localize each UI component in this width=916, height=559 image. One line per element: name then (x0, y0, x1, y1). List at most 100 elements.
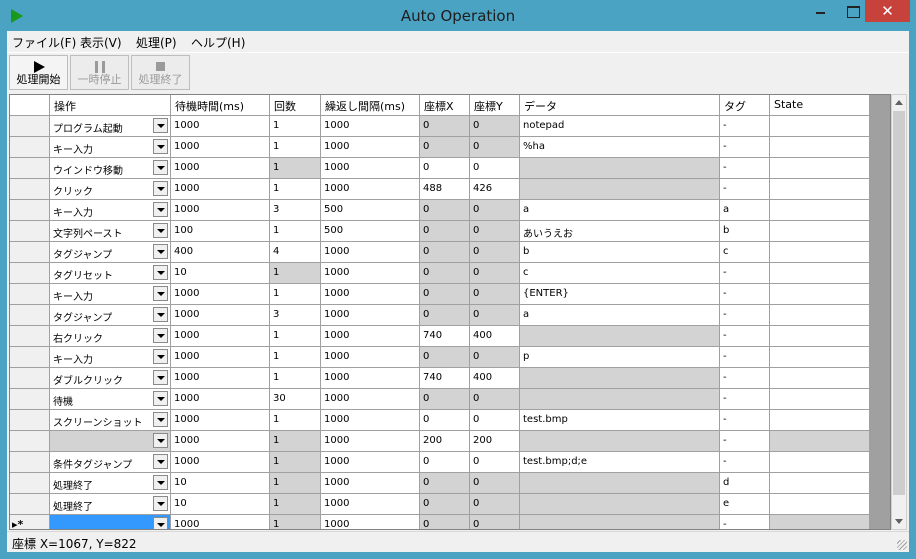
table-row[interactable]: ウインドウ移動 1000 1 1000 0 0- (10, 158, 870, 179)
row-header[interactable] (10, 410, 50, 431)
dropdown-arrow-icon[interactable] (153, 307, 168, 322)
dropdown-arrow-icon[interactable] (153, 286, 168, 301)
cell-tag[interactable]: - (720, 431, 770, 452)
cell-x[interactable]: 0 (420, 515, 470, 529)
cell-x[interactable]: 0 (420, 473, 470, 494)
dropdown-arrow-icon[interactable] (153, 475, 168, 490)
table-row[interactable]: プログラム起動 1000 1 1000 0 0 notepad - (10, 116, 870, 137)
cell-state[interactable] (770, 158, 870, 179)
cell-x[interactable]: 0 (420, 284, 470, 305)
cell-count[interactable]: 4 (270, 242, 321, 263)
row-header[interactable] (10, 284, 50, 305)
column-header-y[interactable]: 座標Y (470, 95, 520, 116)
cell-count[interactable]: 1 (270, 494, 321, 515)
cell-interval[interactable]: 500 (321, 221, 420, 242)
cell-interval[interactable]: 1000 (321, 515, 420, 529)
cell-data[interactable] (520, 326, 720, 347)
cell-wait[interactable]: 1000 (171, 389, 270, 410)
scroll-down-icon[interactable] (892, 513, 906, 529)
cell-state[interactable] (770, 494, 870, 515)
row-header[interactable] (10, 326, 50, 347)
cell-state[interactable] (770, 515, 870, 529)
cell-count[interactable]: 3 (270, 200, 321, 221)
cell-interval[interactable]: 1000 (321, 410, 420, 431)
cell-interval[interactable]: 500 (321, 200, 420, 221)
cell-y[interactable]: 0 (470, 137, 520, 158)
cell-operation[interactable]: タグリセット (50, 263, 171, 284)
cell-state[interactable] (770, 284, 870, 305)
table-row[interactable]: キー入力 1000 1 1000 0 0 {ENTER} - (10, 284, 870, 305)
cell-tag[interactable]: d (720, 473, 770, 494)
cell-interval[interactable]: 1000 (321, 263, 420, 284)
cell-operation[interactable] (50, 515, 171, 529)
cell-operation[interactable]: プログラム起動 (50, 116, 171, 137)
cell-count[interactable]: 1 (270, 137, 321, 158)
cell-operation[interactable]: ウインドウ移動 (50, 158, 171, 179)
dropdown-arrow-icon[interactable] (153, 244, 168, 259)
cell-x[interactable]: 740 (420, 326, 470, 347)
cell-operation[interactable]: キー入力 (50, 200, 171, 221)
cell-state[interactable] (770, 368, 870, 389)
cell-count[interactable]: 1 (270, 347, 321, 368)
dropdown-arrow-icon[interactable] (153, 202, 168, 217)
cell-x[interactable]: 0 (420, 158, 470, 179)
cell-state[interactable] (770, 200, 870, 221)
table-row[interactable]: スクリーンショット 1000 1 1000 0 0 test.bmp - (10, 410, 870, 431)
cell-operation[interactable]: キー入力 (50, 137, 171, 158)
cell-x[interactable]: 0 (420, 263, 470, 284)
cell-y[interactable]: 0 (470, 473, 520, 494)
row-header[interactable] (10, 200, 50, 221)
cell-interval[interactable]: 1000 (321, 347, 420, 368)
cell-state[interactable] (770, 179, 870, 200)
dropdown-arrow-icon[interactable] (153, 391, 168, 406)
dropdown-arrow-icon[interactable] (153, 349, 168, 364)
cell-x[interactable]: 0 (420, 452, 470, 473)
cell-y[interactable]: 0 (470, 389, 520, 410)
row-header[interactable] (10, 389, 50, 410)
column-header-count[interactable]: 回数 (270, 95, 321, 116)
cell-state[interactable] (770, 221, 870, 242)
minimize-button[interactable] (806, 0, 836, 22)
table-row[interactable]: キー入力 1000 1 1000 0 0 p - (10, 347, 870, 368)
cell-operation[interactable]: 処理終了 (50, 494, 171, 515)
cell-tag[interactable]: - (720, 284, 770, 305)
cell-operation[interactable]: ダブルクリック (50, 368, 171, 389)
dropdown-arrow-icon[interactable] (153, 160, 168, 175)
cell-data[interactable] (520, 389, 720, 410)
table-row[interactable]: ダブルクリック 1000 1 1000 740 400- (10, 368, 870, 389)
cell-operation[interactable]: スクリーンショット (50, 410, 171, 431)
cell-state[interactable] (770, 389, 870, 410)
operation-grid[interactable]: 操作 待機時間(ms) 回数 繰返し間隔(ms) 座標X 座標Y データ タグ State プログ… (9, 94, 891, 530)
cell-tag[interactable]: - (720, 263, 770, 284)
cell-count[interactable]: 1 (270, 116, 321, 137)
cell-wait[interactable]: 10 (171, 263, 270, 284)
cell-data[interactable]: p (520, 347, 720, 368)
cell-wait[interactable]: 1000 (171, 347, 270, 368)
dropdown-arrow-icon[interactable] (153, 517, 168, 529)
dropdown-arrow-icon[interactable] (153, 181, 168, 196)
dropdown-arrow-icon[interactable] (153, 496, 168, 511)
cell-x[interactable]: 0 (420, 242, 470, 263)
cell-data[interactable]: c (520, 263, 720, 284)
cell-interval[interactable]: 1000 (321, 452, 420, 473)
row-header[interactable] (10, 368, 50, 389)
cell-y[interactable]: 0 (470, 494, 520, 515)
row-header[interactable] (10, 158, 50, 179)
cell-count[interactable]: 1 (270, 368, 321, 389)
cell-count[interactable]: 1 (270, 410, 321, 431)
row-header[interactable] (10, 179, 50, 200)
cell-wait[interactable]: 10 (171, 473, 270, 494)
cell-tag[interactable]: - (720, 515, 770, 529)
cell-state[interactable] (770, 326, 870, 347)
cell-interval[interactable]: 1000 (321, 368, 420, 389)
cell-x[interactable]: 0 (420, 389, 470, 410)
cell-x[interactable]: 488 (420, 179, 470, 200)
cell-count[interactable]: 1 (270, 431, 321, 452)
row-header[interactable] (10, 431, 50, 452)
cell-interval[interactable]: 1000 (321, 473, 420, 494)
table-row[interactable]: タグジャンプ 1000 3 1000 0 0 a - (10, 305, 870, 326)
cell-tag[interactable]: - (720, 158, 770, 179)
cell-wait[interactable]: 1000 (171, 137, 270, 158)
table-row[interactable]: 文字列ペースト 100 1 500 0 0 あいうえお b (10, 221, 870, 242)
menu-process[interactable]: 処理(P) (136, 34, 177, 51)
